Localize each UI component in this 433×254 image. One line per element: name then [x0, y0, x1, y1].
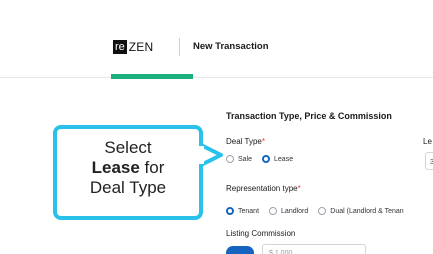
listing-commission-label: Listing Commission [226, 229, 296, 238]
deal-type-sale-label[interactable]: Sale [238, 156, 252, 163]
logo-mark: re [113, 40, 127, 54]
callout-emphasis: Lease [91, 158, 140, 177]
logo-wordmark: ZEN [128, 40, 154, 54]
side-field-label: Le [423, 137, 432, 146]
representation-type-label: Representation type* [226, 184, 301, 193]
deal-type-label: Deal Type* [226, 137, 265, 146]
representation-landlord-radio[interactable] [269, 207, 278, 215]
required-marker: * [297, 184, 301, 193]
page-title: New Transaction [193, 41, 269, 52]
callout-line-1: Select [104, 138, 152, 157]
representation-landlord-label[interactable]: Landlord [281, 208, 308, 215]
representation-dual-label[interactable]: Dual (Landlord & Tenan [330, 208, 403, 215]
listing-commission-input[interactable]: $ 1,000 [262, 244, 366, 254]
callout-line-3: Deal Type [89, 178, 167, 197]
required-marker: * [261, 137, 265, 146]
header-divider [179, 38, 180, 56]
representation-type-options: Tenant Landlord Dual (Landlord & Tenan [226, 207, 414, 215]
callout-line-2: Lease for [53, 158, 203, 178]
representation-type-label-text: Representation type [226, 184, 298, 193]
callout-line-2-rest: for [139, 158, 165, 177]
deal-type-options: Sale Lease [226, 155, 303, 163]
step-progress-bar [111, 74, 193, 79]
callout-text: Select Lease for Deal Type [53, 138, 203, 198]
representation-tenant-label[interactable]: Tenant [238, 208, 259, 215]
side-field-input[interactable]: 3 [425, 152, 433, 170]
deal-type-sale-radio[interactable] [226, 155, 234, 163]
representation-dual-radio[interactable] [318, 207, 327, 215]
deal-type-lease-label[interactable]: Lease [274, 156, 293, 163]
app-header [0, 0, 433, 78]
deal-type-lease-radio[interactable] [262, 155, 271, 163]
section-title: Transaction Type, Price & Commission [226, 111, 392, 121]
representation-tenant-radio[interactable] [226, 207, 234, 215]
listing-commission-toggle[interactable] [226, 246, 254, 254]
deal-type-label-text: Deal Type [226, 137, 262, 146]
app-logo[interactable]: re ZEN [113, 39, 153, 55]
